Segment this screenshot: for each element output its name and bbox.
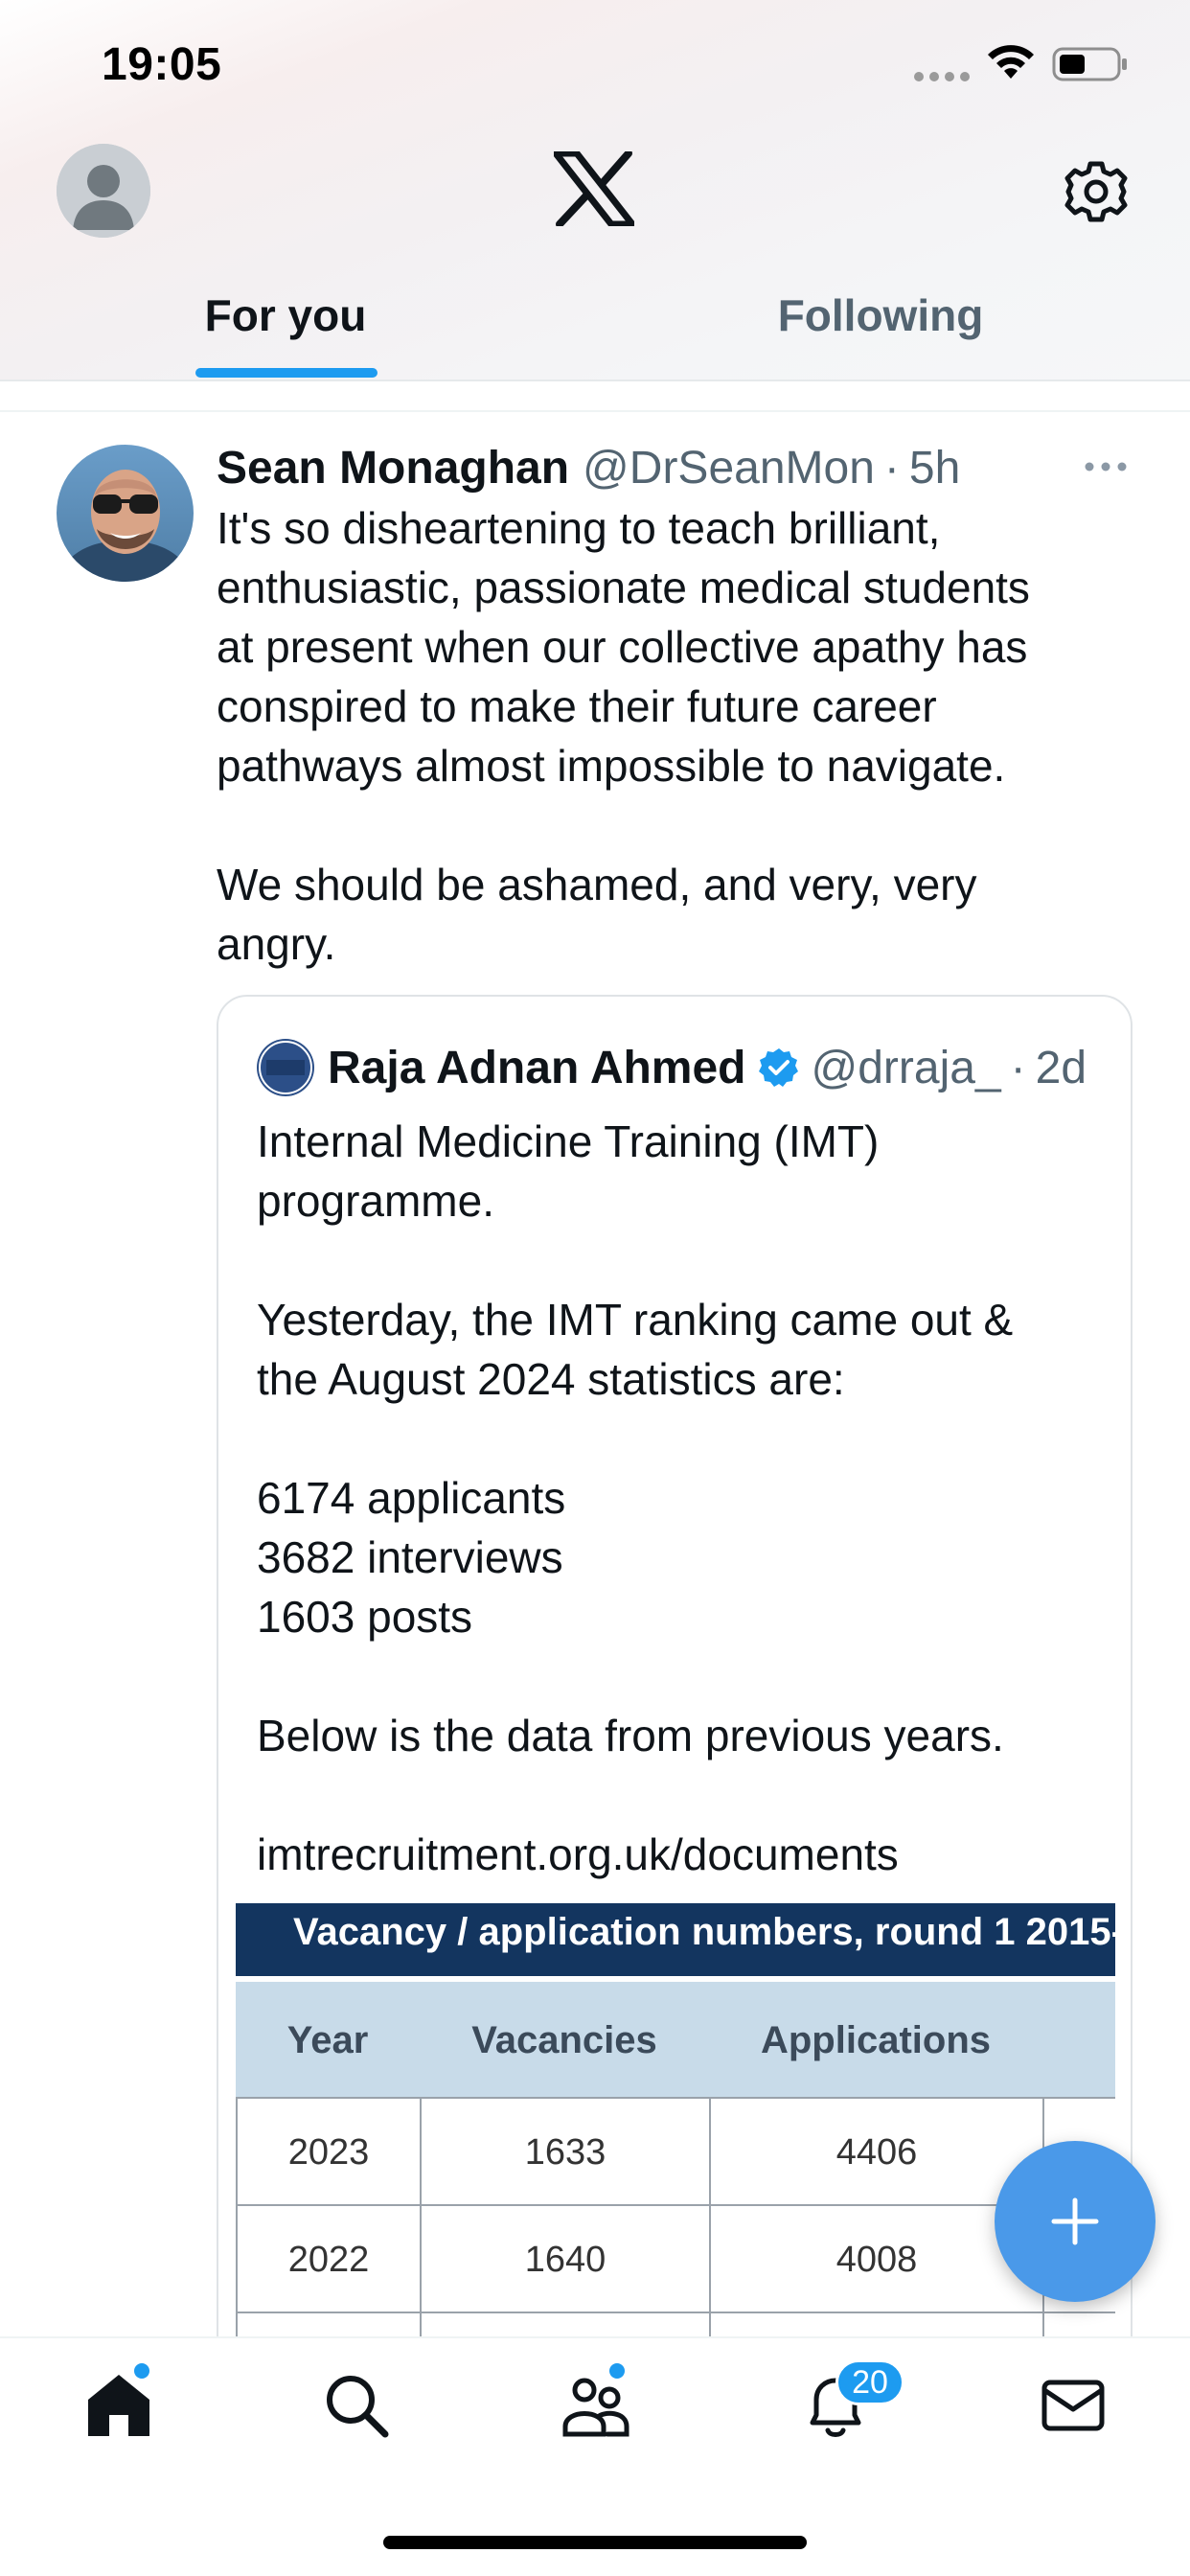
quote-text: Internal Medicine Training (IMT) program…: [257, 1116, 1014, 1879]
table-cell: 1633: [420, 2099, 709, 2206]
quote-author-handle[interactable]: @drraja_: [812, 1042, 1001, 1094]
table-header-cell: Applications: [760, 2018, 992, 2061]
quote-timestamp[interactable]: 2d: [1036, 1042, 1087, 1094]
table-cell: 4008: [709, 2206, 1042, 2313]
quote-header: Raja Adnan Ahmed @drraja_ · 2d: [328, 1037, 1087, 1098]
home-icon[interactable]: [80, 2367, 157, 2444]
home-unread-dot: [134, 2363, 149, 2379]
active-tab-indicator: [195, 368, 378, 378]
home-indicator: [383, 2536, 807, 2549]
table-cell: 2023: [236, 2099, 420, 2206]
settings-gear-icon[interactable]: [1064, 159, 1129, 224]
table-row: 2023 1633 4406: [236, 2099, 1115, 2206]
wifi-icon: [988, 45, 1034, 79]
table-row: 2022 1640 4008: [236, 2206, 1115, 2313]
tab-following-label: Following: [777, 290, 984, 340]
tweet-timestamp[interactable]: 5h: [909, 442, 960, 494]
more-options-icon[interactable]: [1083, 452, 1129, 481]
author-photo: [57, 445, 194, 582]
quote-author-avatar[interactable]: [257, 1039, 314, 1096]
tab-following[interactable]: Following: [571, 278, 1190, 381]
battery-icon: [1052, 47, 1127, 81]
tab-for-you[interactable]: For you: [0, 278, 571, 381]
separator-dot: ·: [1010, 1042, 1026, 1093]
feed-divider: [0, 410, 1190, 412]
table-cell: 4406: [709, 2099, 1042, 2206]
tab-for-you-label: For you: [204, 290, 367, 340]
communities-icon[interactable]: [558, 2367, 634, 2444]
profile-avatar-button[interactable]: [57, 144, 150, 238]
status-time: 19:05: [102, 39, 222, 90]
quote-author-name[interactable]: Raja Adnan Ahmed: [328, 1042, 746, 1094]
table-banner: Vacancy / application numbers, round 1 2…: [236, 1903, 1115, 1976]
default-avatar-icon: [57, 144, 150, 238]
communities-unread-dot: [609, 2363, 625, 2379]
table-header-cell: Year: [286, 2018, 369, 2061]
table-header-row: Year Vacancies Applications C: [236, 1982, 1115, 2099]
signal-icon: [914, 72, 970, 81]
author-name[interactable]: Sean Monaghan: [217, 442, 569, 494]
table-header-cell: Vacancies: [471, 2018, 657, 2061]
table-header-cell: C: [1042, 1982, 1115, 2099]
rcpsych-logo: [257, 1039, 314, 1096]
timeline-tabs: For you Following: [0, 278, 1190, 381]
messages-envelope-icon[interactable]: [1035, 2367, 1111, 2444]
tabs-divider: [0, 380, 1190, 381]
verified-badge-icon: [758, 1048, 798, 1087]
table-cell: 1640: [420, 2206, 709, 2313]
status-bar: 19:05: [0, 0, 1190, 115]
notifications-badge: 20: [835, 2359, 904, 2405]
plus-icon: [1051, 2197, 1099, 2245]
table-cell: 2022: [236, 2206, 420, 2313]
author-avatar[interactable]: [57, 445, 194, 582]
tweet-header: Sean Monaghan @DrSeanMon · 5h: [217, 439, 960, 496]
x-logo-icon[interactable]: [554, 151, 634, 226]
compose-button[interactable]: [995, 2141, 1156, 2302]
search-icon[interactable]: [318, 2367, 395, 2444]
separator-dot: ·: [883, 442, 900, 494]
tweet-text: It's so disheartening to teach brilliant…: [217, 503, 1030, 969]
author-handle[interactable]: @DrSeanMon: [583, 442, 875, 494]
quote-media-image[interactable]: Vacancy / application numbers, round 1 2…: [236, 1903, 1115, 2382]
